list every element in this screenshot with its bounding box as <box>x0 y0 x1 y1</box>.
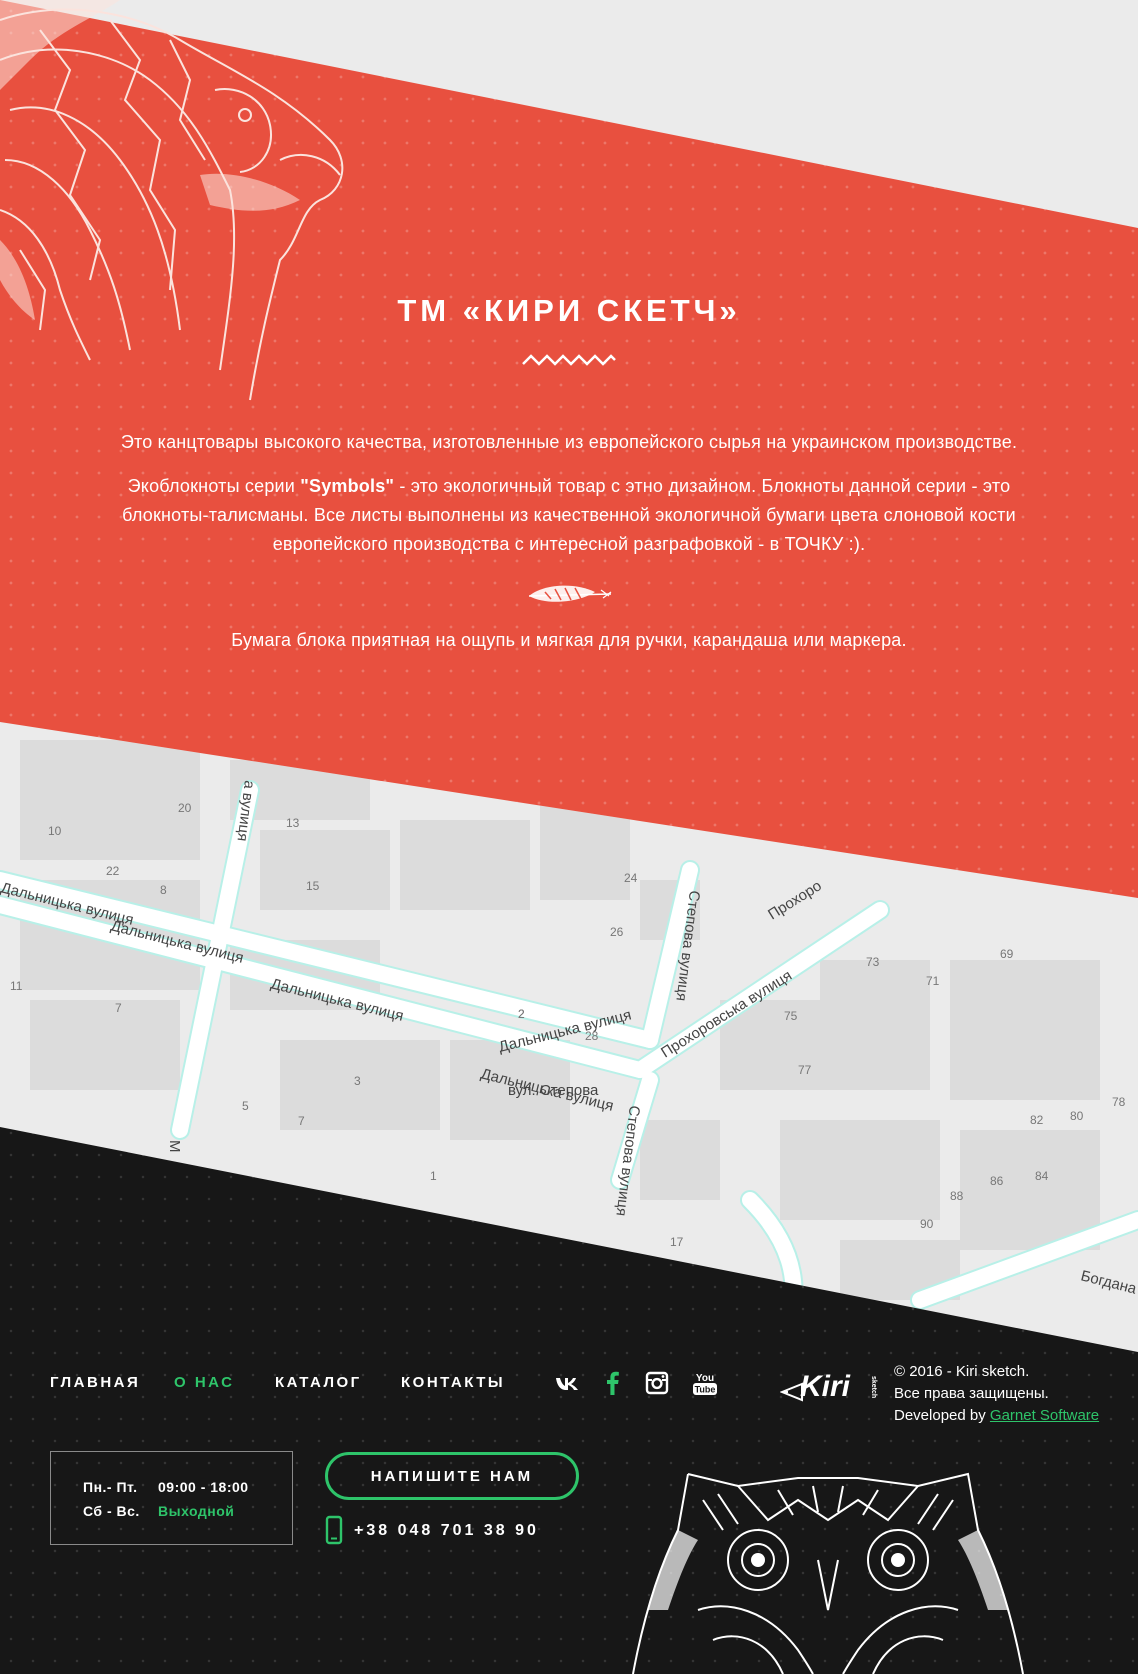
instagram-icon[interactable] <box>644 1370 670 1396</box>
map-house-number: 82 <box>1030 1113 1044 1127</box>
map-street-label: Богдана Хме <box>1079 1267 1138 1305</box>
vk-icon[interactable] <box>554 1370 580 1396</box>
map-house-number: 11 <box>10 979 23 993</box>
weekdays-label: Пн.- Пт. <box>83 1479 138 1495</box>
map-house-number: 17 <box>670 1235 684 1249</box>
map-building <box>30 1000 180 1090</box>
map-house-number: 3 <box>354 1074 361 1088</box>
map-house-number: 84 <box>1035 1169 1049 1183</box>
nav-item-about[interactable]: О НАС <box>174 1374 234 1391</box>
map-house-number: 1 <box>430 1169 437 1183</box>
phone-icon <box>325 1515 343 1545</box>
kiri-sketch-logo[interactable]: Kiri sketch <box>780 1366 880 1402</box>
developer-link[interactable]: Garnet Software <box>990 1407 1099 1424</box>
map-building <box>260 830 390 910</box>
copyright-block: © 2016 - Kiri sketch. Все права защищены… <box>894 1361 1099 1427</box>
owl-illustration <box>632 1472 1024 1674</box>
map-house-number: 78 <box>1112 1095 1126 1109</box>
nav-item-catalog[interactable]: КАТАЛОГ <box>275 1374 362 1391</box>
map-house-number: 73 <box>866 955 880 969</box>
map-house-number: 10 <box>48 824 62 838</box>
map-street-label: Прохоро <box>765 877 825 923</box>
rights-line: Все права защищены. <box>894 1385 1049 1402</box>
map-house-number: 15 <box>306 879 320 893</box>
map-building <box>400 820 530 910</box>
map-house-number: 7 <box>298 1114 305 1128</box>
map-house-number: 5 <box>242 1099 249 1113</box>
map-house-number: 86 <box>990 1174 1004 1188</box>
about-paragraph-1: Это канцтовары высокого качества, изгото… <box>120 432 1018 452</box>
hours-row-weekend: Сб - Вс. Выходной <box>83 1503 234 1519</box>
map-house-number: 88 <box>950 1189 964 1203</box>
nav-item-contacts[interactable]: КОНТАКТЫ <box>401 1374 505 1391</box>
map-street-label: вул. Степова <box>508 1082 599 1099</box>
map-house-number: 77 <box>798 1063 812 1077</box>
phone-number[interactable]: +38 048 701 38 90 <box>354 1522 539 1540</box>
map-house-number: 71 <box>926 974 940 988</box>
map-house-number: 20 <box>178 801 192 815</box>
about-title: ТМ «КИРИ СКЕТЧ» <box>397 293 741 328</box>
map-house-number: 8 <box>160 883 167 897</box>
map-house-number: 13 <box>286 816 300 830</box>
developed-by-prefix: Developed by <box>894 1407 990 1424</box>
write-us-button[interactable]: НАПИШИТЕ НАМ <box>325 1452 579 1500</box>
map-house-number: 2 <box>518 1007 525 1021</box>
map-building <box>20 740 200 860</box>
map-house-number: 69 <box>1000 947 1014 961</box>
map-building <box>640 1120 720 1200</box>
weekdays-hours: 09:00 - 18:00 <box>158 1479 249 1495</box>
kiri-logo-small-text: sketch <box>870 1376 877 1398</box>
map-house-number: 90 <box>920 1217 934 1231</box>
about-paragraph-2-prefix: Экоблокноты серии <box>127 476 301 496</box>
map-street-label: М <box>166 1140 183 1153</box>
kiri-logo-text: Kiri <box>800 1370 851 1402</box>
youtube-icon[interactable]: You Tube <box>692 1370 718 1396</box>
about-paragraph-3: Бумага блока приятная на ощупь и мягкая … <box>231 630 907 650</box>
facebook-icon[interactable] <box>600 1370 626 1396</box>
map-house-number: 80 <box>1070 1109 1084 1123</box>
map-building <box>950 960 1100 1100</box>
hours-row-weekdays: Пн.- Пт. 09:00 - 18:00 <box>83 1479 249 1495</box>
feather-icon <box>528 585 612 602</box>
working-hours-box: Пн.- Пт. 09:00 - 18:00 Сб - Вс. Выходной <box>50 1451 293 1545</box>
map-building <box>780 1120 940 1220</box>
map-building <box>820 960 930 1090</box>
youtube-icon-text-top: You <box>696 1373 714 1384</box>
zigzag-divider-icon <box>522 354 616 366</box>
nav-item-home[interactable]: ГЛАВНАЯ <box>50 1374 140 1391</box>
lion-illustration <box>0 0 344 401</box>
developed-by-line: Developed by Garnet Software <box>894 1405 1099 1427</box>
youtube-icon-text-bottom: Tube <box>695 1385 716 1395</box>
symbols-series-name: "Symbols" <box>300 476 395 496</box>
map-house-number: 75 <box>784 1009 798 1023</box>
about-paragraph-2: Экоблокноты серии "Symbols" - это эколог… <box>110 472 1028 559</box>
map-house-number: 28 <box>585 1029 599 1043</box>
weekend-label: Сб - Вс. <box>83 1503 140 1519</box>
weekend-hours: Выходной <box>158 1503 235 1519</box>
map-house-number: 7 <box>115 1001 122 1015</box>
map-house-number: 26 <box>610 925 624 939</box>
map-house-number: 24 <box>624 871 638 885</box>
map-house-number: 22 <box>106 864 120 878</box>
copyright-line: © 2016 - Kiri sketch. <box>894 1363 1030 1380</box>
